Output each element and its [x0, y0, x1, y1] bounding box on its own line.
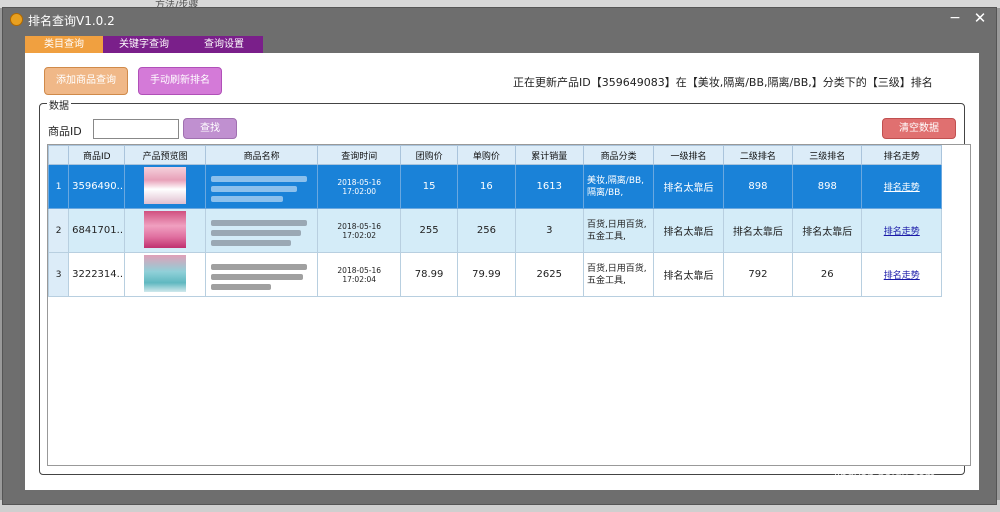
header-cell[interactable]: 商品分类: [582, 145, 655, 165]
product-name-cell: [204, 252, 319, 297]
blurred-name-line: [210, 185, 297, 192]
query-time-cell: 2018-05-16 17:02:04: [317, 252, 401, 297]
header-cell[interactable]: 三级排名: [792, 145, 863, 165]
header-cell[interactable]: 商品ID: [68, 145, 126, 165]
tab-keyword-query[interactable]: 关键字查询: [103, 36, 185, 53]
product-thumbnail: [144, 211, 187, 248]
trend-link[interactable]: 排名走势: [884, 183, 920, 193]
table-row[interactable]: 1 3596490... 2018-05-16 17:02:00 15 16 1…: [47, 164, 942, 209]
data-group-label: 数据: [47, 97, 71, 112]
product-id-label: 商品ID: [48, 125, 82, 138]
category-line: 隔离/BB,: [586, 187, 624, 198]
minimize-icon[interactable]: −: [947, 10, 963, 28]
product-id-input[interactable]: [93, 119, 179, 139]
tab-category-query[interactable]: 类目查询: [25, 36, 103, 53]
tab-query-settings[interactable]: 查询设置: [185, 36, 263, 53]
trend-cell: 排名走势: [861, 252, 942, 297]
category-cell: 百货,日用百货, 五金工具,: [582, 208, 655, 253]
close-icon[interactable]: ✕: [972, 9, 988, 27]
rank1-cell: 排名太靠后: [653, 208, 724, 253]
single-price-cell: 16: [457, 164, 516, 209]
sales-cell: 3: [514, 208, 584, 253]
add-product-query-button[interactable]: 添加商品查询: [44, 67, 128, 95]
category-cell: 百货,日用百货, 五金工具,: [582, 252, 655, 297]
category-line: 美妆,隔离/BB,: [586, 175, 645, 186]
row-number: 1: [47, 164, 70, 209]
header-cell[interactable]: 商品名称: [204, 145, 319, 165]
watermark-text: Bai du 经验: [752, 428, 939, 463]
rank2-cell: 排名太靠后: [722, 208, 794, 253]
blurred-name-line: [210, 175, 307, 182]
single-price-cell: 79.99: [457, 252, 516, 297]
header-cell[interactable]: 单购价: [457, 145, 516, 165]
category-line: 百货,日用百货,: [586, 263, 647, 274]
product-thumbnail: [144, 167, 187, 204]
trend-link[interactable]: 排名走势: [884, 271, 920, 281]
rank3-cell: 26: [792, 252, 863, 297]
trend-cell: 排名走势: [861, 164, 942, 209]
watermark-url: jingyan.baidu.com: [834, 470, 936, 483]
preview-cell: [124, 208, 206, 253]
product-id-cell: 3596490...: [68, 164, 126, 209]
row-number: 3: [47, 252, 70, 297]
rank3-cell: 排名太靠后: [792, 208, 863, 253]
header-cell[interactable]: 累计销量: [514, 145, 584, 165]
group-price-cell: 15: [399, 164, 459, 209]
header-cell[interactable]: 二级排名: [722, 145, 794, 165]
trend-link[interactable]: 排名走势: [884, 227, 920, 237]
find-button[interactable]: 查找: [183, 118, 237, 139]
product-thumbnail: [144, 255, 187, 292]
results-table: 商品ID 产品预览图 商品名称 查询时间 团购价 单购价 累计销量 商品分类 一…: [47, 145, 942, 297]
product-name-cell: [204, 164, 319, 209]
query-time-cell: 2018-05-16 17:02:00: [317, 164, 401, 209]
header-rownum: [47, 145, 70, 165]
trend-cell: 排名走势: [861, 208, 942, 253]
blurred-name-line: [210, 239, 291, 246]
rank2-cell: 898: [722, 164, 794, 209]
preview-cell: [124, 164, 206, 209]
category-cell: 美妆,隔离/BB, 隔离/BB,: [582, 164, 655, 209]
table-row[interactable]: 2 6841701... 2018-05-16 17:02:02 255 256…: [47, 208, 942, 253]
blurred-name-line: [210, 229, 301, 236]
category-line: 五金工具,: [586, 231, 626, 242]
status-text: 正在更新产品ID【359649083】在【美妆,隔离/BB,隔离/BB,】分类下…: [513, 76, 933, 89]
blurred-name-line: [210, 263, 307, 270]
header-cell[interactable]: 一级排名: [653, 145, 724, 165]
category-line: 百货,日用百货,: [586, 219, 647, 230]
product-name-cell: [204, 208, 319, 253]
rank2-cell: 792: [722, 252, 794, 297]
header-cell[interactable]: 查询时间: [317, 145, 401, 165]
row-number: 2: [47, 208, 70, 253]
rank1-cell: 排名太靠后: [653, 252, 724, 297]
rank3-cell: 898: [792, 164, 863, 209]
blurred-name-line: [210, 195, 283, 202]
sales-cell: 1613: [514, 164, 584, 209]
table-row[interactable]: 3 3222314... 2018-05-16 17:02:04 78.99 7…: [47, 252, 942, 297]
header-cell[interactable]: 团购价: [399, 145, 459, 165]
sales-cell: 2625: [514, 252, 584, 297]
table-header: 商品ID 产品预览图 商品名称 查询时间 团购价 单购价 累计销量 商品分类 一…: [47, 145, 942, 165]
clear-data-button[interactable]: 清空数据: [882, 118, 956, 139]
query-time-cell: 2018-05-16 17:02:02: [317, 208, 401, 253]
rank1-cell: 排名太靠后: [653, 164, 724, 209]
preview-cell: [124, 252, 206, 297]
title-bar[interactable]: 排名查询V1.0.2 − ✕: [3, 8, 996, 32]
product-id-cell: 3222314...: [68, 252, 126, 297]
header-cell[interactable]: 排名走势: [861, 145, 942, 165]
window-title: 排名查询V1.0.2: [28, 14, 115, 28]
category-line: 五金工具,: [586, 275, 626, 286]
header-cell[interactable]: 产品预览图: [124, 145, 206, 165]
blurred-name-line: [210, 283, 271, 290]
refresh-ranking-button[interactable]: 手动刷新排名: [138, 67, 222, 95]
app-icon: [10, 13, 23, 26]
group-price-cell: 255: [399, 208, 459, 253]
single-price-cell: 256: [457, 208, 516, 253]
product-id-cell: 6841701...: [68, 208, 126, 253]
blurred-name-line: [210, 273, 303, 280]
group-price-cell: 78.99: [399, 252, 459, 297]
blurred-name-line: [210, 219, 307, 226]
